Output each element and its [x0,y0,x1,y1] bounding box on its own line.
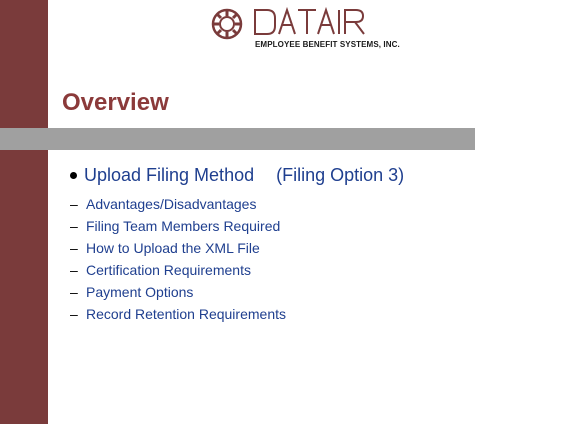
sub-bullet-text: Certification Requirements [86,262,251,278]
bullet-list: Upload Filing Method (Filing Option 3) – A… [70,165,550,325]
sub-bullet-item: – Filing Team Members Required [70,215,550,237]
slide-title: Overview [62,89,169,116]
dash-icon: – [70,240,78,256]
dash-icon: – [70,196,78,212]
slide: EMPLOYEE BENEFIT SYSTEMS, INC. Overview … [0,0,563,424]
dash-icon: – [70,284,78,300]
sub-bullet-text: Payment Options [86,284,194,300]
sub-bullet-list: – Advantages/Disadvantages – Filing Team M… [70,193,550,325]
company-logo: EMPLOYEE BENEFIT SYSTEMS, INC. [205,4,445,52]
sub-bullet-item: – Payment Options [70,281,550,303]
sub-bullet-item: – Record Retention Requirements [70,303,550,325]
main-bullet-text: Upload Filing Method [84,165,255,185]
sub-bullet-item: – How to Upload the XML File [70,237,550,259]
title-underline-bar [20,128,475,150]
dash-icon: – [70,306,78,322]
logo-company-name: EMPLOYEE BENEFIT SYSTEMS, INC. [255,40,400,49]
bullet-dot-icon [70,172,77,179]
sub-bullet-item: – Advantages/Disadvantages [70,193,550,215]
datair-logo-icon [211,6,365,40]
main-bullet: Upload Filing Method (Filing Option 3) [70,165,550,186]
dash-icon: – [70,262,78,278]
dash-icon: – [70,218,78,234]
sub-bullet-item: – Certification Requirements [70,259,550,281]
sub-bullet-text: How to Upload the XML File [86,240,260,256]
left-accent-band [0,0,48,424]
main-bullet-note: (Filing Option 3) [276,165,405,185]
sub-bullet-text: Record Retention Requirements [86,306,286,322]
sub-bullet-text: Advantages/Disadvantages [86,196,257,212]
sub-bullet-text: Filing Team Members Required [86,218,281,234]
